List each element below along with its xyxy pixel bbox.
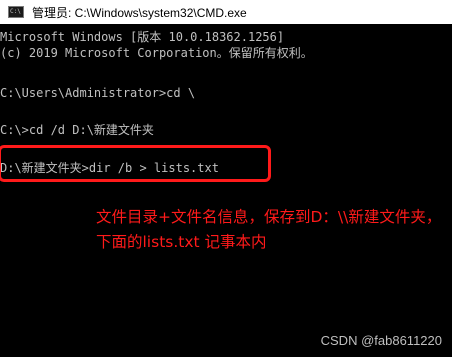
- console-line-cd-root: C:\Users\Administrator>cd \: [0, 86, 196, 100]
- console-output[interactable]: Microsoft Windows [版本 10.0.18362.1256] (…: [0, 24, 452, 357]
- window-title: 管理员: C:\Windows\system32\CMD.exe: [32, 5, 247, 20]
- command-highlight-box: [0, 145, 271, 182]
- title-bar[interactable]: C:\ 管理员: C:\Windows\system32\CMD.exe: [0, 0, 452, 24]
- cmd-icon-label: C:\: [10, 8, 21, 15]
- cmd-icon: C:\: [8, 6, 24, 18]
- watermark: CSDN @fab8611220: [320, 333, 442, 348]
- console-line-copyright: (c) 2019 Microsoft Corporation。保留所有权利。: [0, 46, 313, 60]
- console-line-cd-folder: C:\>cd /d D:\新建文件夹: [0, 123, 154, 137]
- console-line-version: Microsoft Windows [版本 10.0.18362.1256]: [0, 30, 285, 44]
- annotation-note: 文件目录+文件名信息，保存到D：\\新建文件夹，下面的lists.txt 记事本…: [96, 208, 442, 251]
